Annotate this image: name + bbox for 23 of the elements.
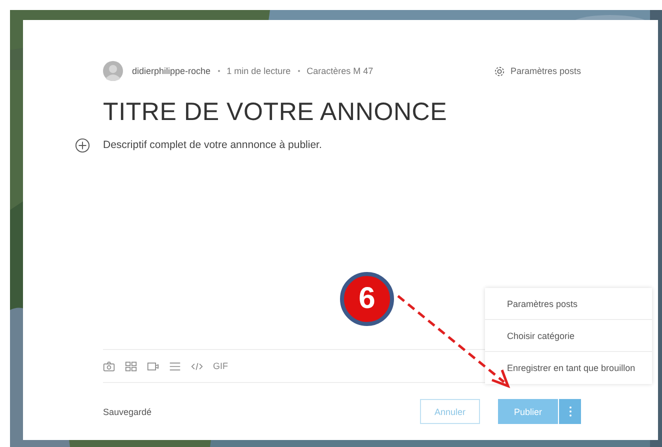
save-status: Sauvegardé [103,406,152,416]
gallery-icon[interactable] [125,360,137,372]
separator-dot [218,70,220,72]
code-icon[interactable] [191,360,203,372]
more-options-button[interactable] [558,399,581,424]
post-settings-link[interactable]: Paramètres posts [494,66,581,76]
avatar-icon [103,61,123,81]
more-icon [568,406,572,417]
separator-dot [298,70,300,72]
divider-icon[interactable] [169,360,181,372]
menu-item[interactable]: Enregistrer en tant que brouillon [485,352,652,384]
character-count: Caractères M 47 [306,66,374,76]
add-icon[interactable] [75,138,90,152]
menu-item[interactable]: Paramètres posts [485,288,652,320]
author-name[interactable]: didierphilippe-roche [132,66,211,76]
post-title[interactable]: TITRE DE VOTRE ANNONCE [103,98,628,127]
menu-item[interactable]: Choisir catégorie [485,320,652,352]
post-description[interactable]: Descriptif complet de votre annnonce à publier. [103,139,322,151]
video-icon[interactable] [147,360,159,372]
read-time: 1 min de lecture [226,66,291,76]
settings-icon [494,66,506,76]
camera-icon[interactable] [103,360,115,372]
gif-button[interactable]: GIF [213,361,228,371]
